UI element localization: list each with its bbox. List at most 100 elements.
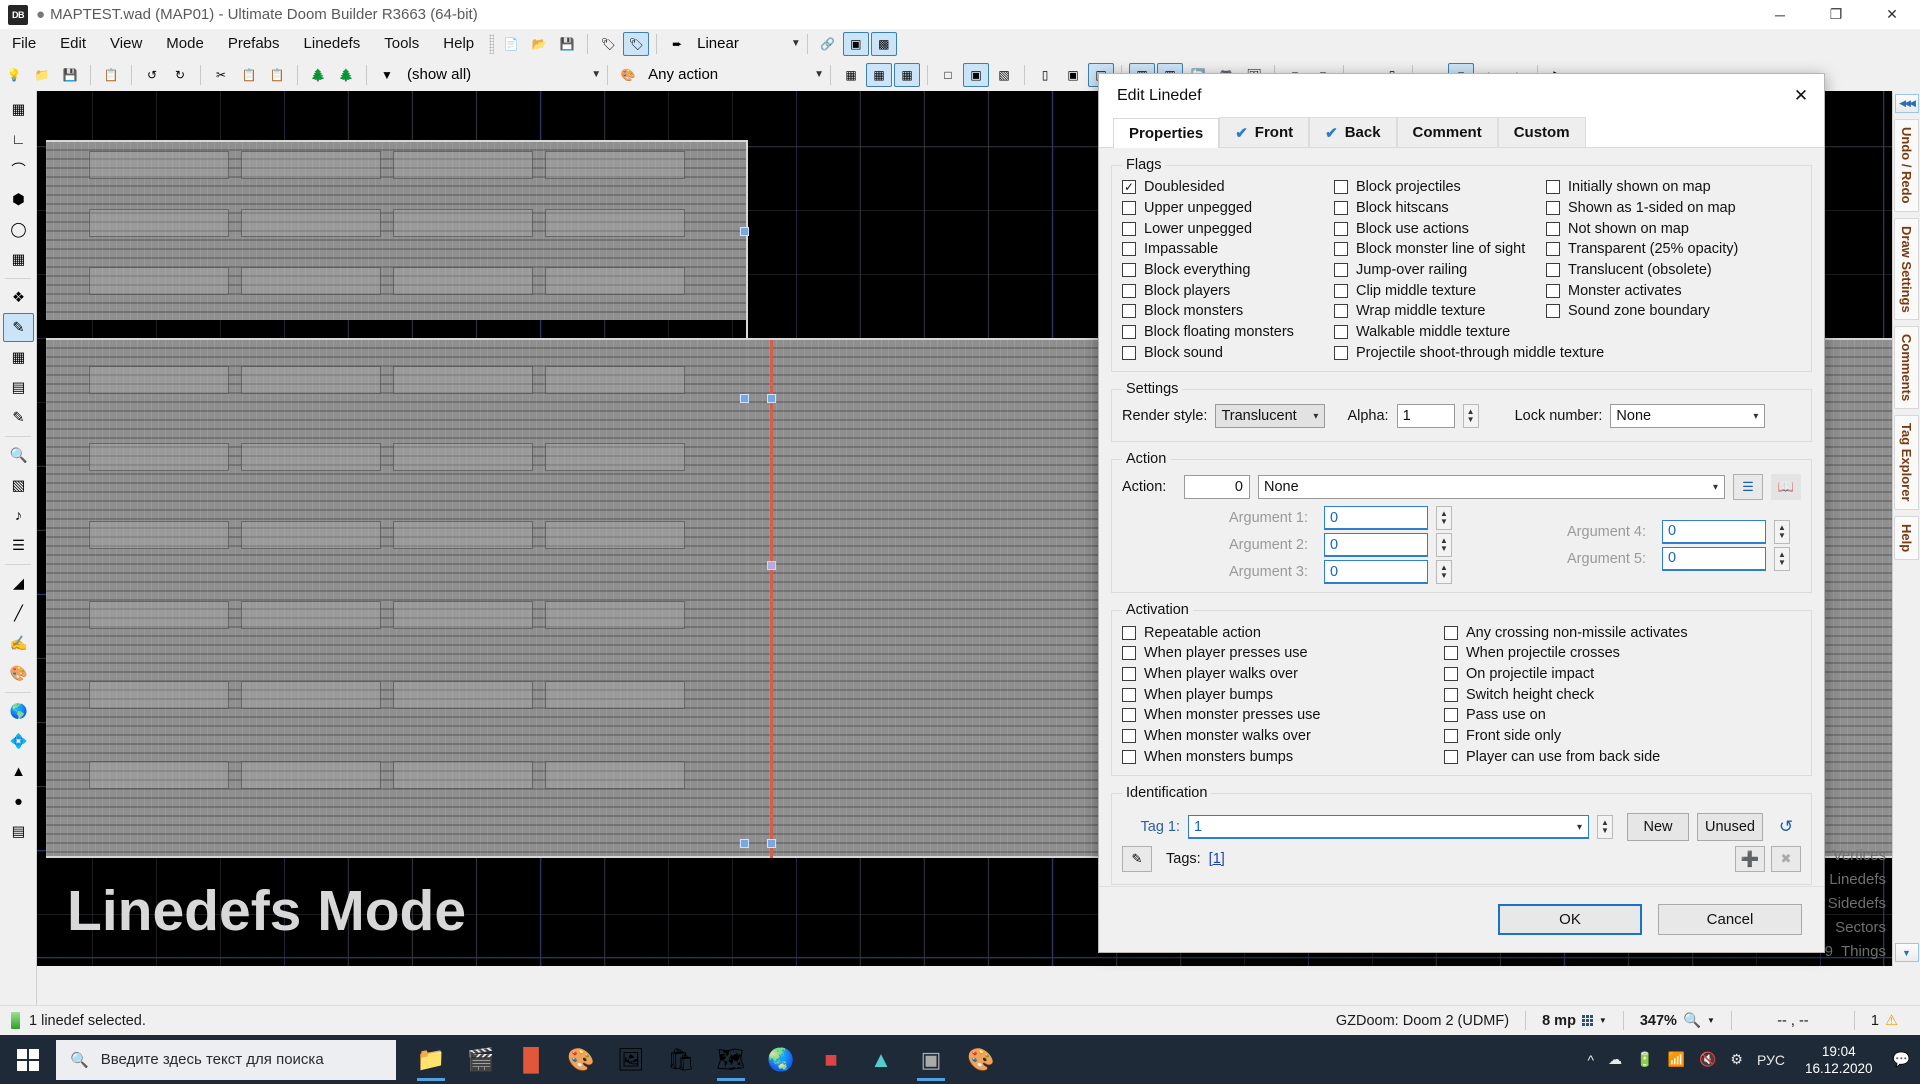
activation-any-crossing-non-missile[interactable]: Any crossing non-missile activates — [1444, 622, 1774, 643]
copy-icon[interactable]: 📋 — [236, 63, 262, 87]
alpha-spinner[interactable]: ▲ ▼ — [1462, 404, 1479, 429]
tool-things-icon[interactable]: ▤ — [3, 373, 34, 402]
tool-arc-icon[interactable]: ⌒ — [3, 155, 34, 184]
chevron-down-icon[interactable]: ▼ — [1599, 1016, 1607, 1025]
checkbox[interactable] — [1122, 666, 1136, 681]
map-vertex[interactable] — [767, 394, 776, 403]
menu-edit[interactable]: Edit — [48, 31, 98, 56]
new-tag-button[interactable]: New — [1627, 813, 1689, 841]
battery-icon[interactable]: 🔋 — [1636, 1051, 1653, 1068]
argument-5-spinner[interactable]: ▲ ▼ — [1774, 546, 1790, 571]
flag-projectile-shoot-through-middle-texture[interactable]: Projectile shoot-through middle texture — [1334, 343, 1604, 364]
dialog-close-button[interactable]: ✕ — [1778, 74, 1824, 118]
spinner-down-icon[interactable]: ▼ — [1440, 518, 1448, 526]
flag-transparent[interactable]: Transparent (25% opacity) — [1546, 239, 1776, 260]
tool-zscript-icon[interactable]: ✍ — [3, 629, 34, 658]
tag-1-spinner[interactable]: ▲ ▼ — [1597, 815, 1613, 839]
filter-icon[interactable]: ▼ — [374, 63, 400, 87]
checkbox[interactable] — [1334, 304, 1348, 319]
flag-not-shown-on-map[interactable]: Not shown on map — [1546, 218, 1776, 239]
flag-sound-zone-boundary[interactable]: Sound zone boundary — [1546, 301, 1776, 322]
dynamic-grid-icon[interactable]: ▦ — [894, 62, 921, 87]
paste-icon[interactable]: 📋 — [264, 63, 290, 87]
checkbox[interactable] — [1546, 221, 1560, 236]
linedefs-mode-icon[interactable]: 🏷 — [623, 31, 650, 56]
activation-pass-use-on[interactable]: Pass use on — [1444, 705, 1774, 726]
taskbar-doombuilder-icon[interactable]: ▣ — [908, 1038, 954, 1082]
flag-block-hitscans[interactable]: Block hitscans — [1334, 198, 1546, 219]
spinner-down-icon[interactable]: ▼ — [1601, 827, 1609, 835]
script-new-icon[interactable]: 📄 — [498, 32, 524, 56]
argument-4-input[interactable]: 0 — [1662, 519, 1766, 544]
spinner-down-icon[interactable]: ▼ — [1440, 572, 1448, 580]
checkbox[interactable] — [1334, 180, 1348, 195]
flag-block-players[interactable]: Block players — [1122, 280, 1334, 301]
script-save-icon[interactable]: 💾 — [554, 32, 580, 56]
map-options-icon[interactable]: 📋 — [98, 63, 124, 87]
tags-value-link[interactable]: [1] — [1209, 851, 1225, 867]
wifi-icon[interactable]: 📶 — [1668, 1051, 1685, 1068]
tool-grid2-icon[interactable]: ▦ — [3, 245, 34, 274]
activation-monster-presses-use[interactable]: When monster presses use — [1122, 705, 1444, 726]
argument-1-input[interactable]: 0 — [1324, 506, 1428, 531]
cut-icon[interactable]: ✂ — [208, 63, 234, 87]
volume-muted-icon[interactable]: 🔇 — [1699, 1051, 1716, 1068]
flag-impassable[interactable]: Impassable — [1122, 239, 1334, 260]
tool-thing-icon[interactable]: ▲ — [3, 757, 34, 786]
tab-properties[interactable]: Properties — [1113, 118, 1220, 148]
tool-palette-icon[interactable]: 💠 — [3, 727, 34, 756]
tool-vertices-icon[interactable]: ❖ — [3, 283, 34, 312]
redo-icon[interactable]: ↻ — [167, 63, 193, 87]
tool-color-icon[interactable]: 🎨 — [3, 659, 34, 688]
spinner-down-icon[interactable]: ▼ — [1467, 416, 1475, 424]
tool-sound-icon[interactable]: ♪ — [3, 501, 34, 530]
checkbox[interactable] — [1122, 708, 1136, 723]
argument-4-spinner[interactable]: ▲ ▼ — [1774, 519, 1790, 544]
tool-sectors-icon[interactable]: ▦ — [3, 343, 34, 372]
activation-projectile-crosses[interactable]: When projectile crosses — [1444, 643, 1774, 664]
minimize-button[interactable]: ─ — [1752, 0, 1808, 29]
checkbox[interactable] — [1122, 221, 1136, 236]
flag-block-floating-monsters[interactable]: Block floating monsters — [1122, 322, 1334, 343]
checkbox[interactable] — [1334, 283, 1348, 298]
dock-tab-undo-redo[interactable]: Undo / Redo — [1894, 119, 1919, 212]
lock-number-select[interactable]: None ▾ — [1610, 404, 1766, 429]
export-icon[interactable]: ➨ — [664, 32, 690, 56]
checkbox[interactable] — [1546, 304, 1560, 319]
action-center-icon[interactable]: 💬 — [1893, 1051, 1910, 1068]
taskbar-editor-icon[interactable]: ▲ — [858, 1038, 904, 1082]
checkbox[interactable] — [1122, 304, 1136, 319]
tag-1-input[interactable]: 1 — [1188, 815, 1589, 839]
taskbar-paint-icon[interactable]: 🎨 — [958, 1038, 1004, 1082]
checkbox[interactable] — [1444, 646, 1458, 661]
draw-mode-chevron-icon[interactable]: ▼ — [791, 38, 801, 49]
menu-view[interactable]: View — [98, 31, 154, 56]
view-brightness-icon[interactable]: ▣ — [963, 62, 990, 87]
argument-2-input[interactable]: 0 — [1324, 533, 1428, 558]
status-zoom[interactable]: 347% 🔍 ▼ — [1624, 1011, 1732, 1030]
taskbar-explorer-icon[interactable]: 📁 — [408, 1038, 454, 1082]
link-icon[interactable]: 🔗 — [815, 32, 841, 56]
checkbox[interactable] — [1444, 666, 1458, 681]
map-linedef-midpoint[interactable] — [767, 561, 776, 570]
alpha-input[interactable]: 1 — [1396, 404, 1455, 429]
paste-props-icon[interactable]: ▣ — [1060, 63, 1086, 87]
activation-player-bumps[interactable]: When player bumps — [1122, 684, 1444, 705]
checkbox[interactable] — [1334, 221, 1348, 236]
dock-tab-comments[interactable]: Comments — [1894, 326, 1919, 410]
checkbox[interactable] — [1546, 201, 1560, 216]
action-name-select[interactable]: None ▾ — [1258, 475, 1725, 500]
map-linedef-selected[interactable] — [770, 340, 773, 858]
view-wireframe-icon[interactable]: □ — [935, 63, 961, 87]
tab-comment[interactable]: Comment — [1396, 117, 1498, 147]
map-vertex[interactable] — [767, 839, 776, 848]
taskbar-krita-icon[interactable]: █ — [508, 1038, 554, 1082]
checkbox[interactable] — [1546, 263, 1560, 278]
action-info-button[interactable]: 📖 — [1771, 474, 1801, 501]
spinner-down-icon[interactable]: ▼ — [1778, 558, 1786, 567]
view-textures-icon[interactable]: ▧ — [991, 63, 1017, 87]
checkbox[interactable] — [1546, 242, 1560, 257]
tab-custom[interactable]: Custom — [1497, 117, 1586, 147]
dock-expand-button[interactable]: ▼ — [1894, 943, 1919, 962]
select-marquee-icon[interactable]: ▯ — [1032, 63, 1058, 87]
